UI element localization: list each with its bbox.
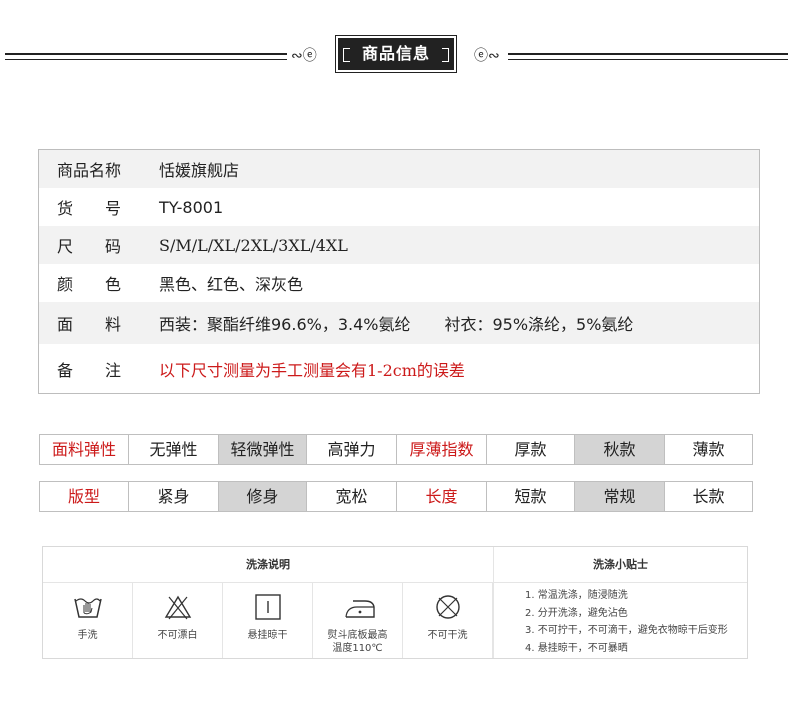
ornament-left-icon: ∾ⓔ <box>291 48 317 64</box>
option-regular: 常规 <box>575 482 665 511</box>
info-label: 备 注 <box>57 360 122 380</box>
wash-item-iron: 熨斗底板最高 温度110℃ <box>313 583 403 658</box>
info-value: S/M/L/XL/2XL/3XL/4XL <box>159 235 348 255</box>
option-autumn: 秋款 <box>575 435 665 464</box>
info-row-name: 商品名称 恬媛旗舰店 <box>39 150 759 188</box>
info-value: 黑色、红色、深灰色 <box>159 275 304 294</box>
option-no-stretch: 无弹性 <box>129 435 219 464</box>
no-bleach-icon <box>164 595 192 620</box>
option-loose: 宽松 <box>307 482 397 511</box>
wash-caption: 手洗 <box>77 630 98 641</box>
ornament-right-icon: ⓔ∾ <box>474 48 500 64</box>
product-info-table: 商品名称 恬媛旗舰店 货 号 TY-8001 尺 码 S/M/L/XL/2XL/… <box>38 149 760 394</box>
wash-item-no-dry-clean: 不可干洗 <box>403 583 493 658</box>
wash-item-no-bleach: 不可漂白 <box>133 583 223 658</box>
header-rule-right <box>508 53 788 60</box>
option-high-stretch: 高弹力 <box>307 435 397 464</box>
info-label: 颜 色 <box>57 275 122 294</box>
label-thickness: 厚薄指数 <box>397 435 487 464</box>
wash-item-hang-dry: 悬挂晾干 <box>223 583 313 658</box>
wash-caption: 不可干洗 <box>427 630 468 641</box>
elasticity-thickness-row: 面料弹性 无弹性 轻微弹性 高弹力 厚薄指数 厚款 秋款 薄款 <box>39 434 753 465</box>
label-length: 长度 <box>397 482 487 511</box>
tip-item: 1. 常温洗涤，随浸随洗 <box>525 590 628 601</box>
wash-caption: 悬挂晾干 <box>247 630 288 641</box>
info-label: 货 号 <box>57 199 122 218</box>
info-value-note: 以下尺寸测量为手工测量会有1-2cm的误差 <box>159 360 465 380</box>
fabric-suit: 西装：聚酯纤维96.6%，3.4%氨纶 <box>159 315 411 334</box>
no-dry-clean-icon <box>436 595 460 619</box>
info-row-sku: 货 号 TY-8001 <box>39 188 759 226</box>
option-slight-stretch: 轻微弹性 <box>219 435 307 464</box>
option-slim: 修身 <box>219 482 307 511</box>
info-label: 商品名称 <box>57 161 122 180</box>
wash-title: 洗涤说明 <box>43 547 493 583</box>
section-title: 商品信息 <box>335 35 457 73</box>
info-value: 恬媛旗舰店 <box>159 161 240 180</box>
hand-wash-icon <box>74 598 102 618</box>
info-row-note: 备 注 以下尺寸测量为手工测量会有1-2cm的误差 <box>39 344 759 393</box>
iron-icon <box>345 600 375 618</box>
info-row-color: 颜 色 黑色、红色、深灰色 <box>39 264 759 302</box>
label-fit: 版型 <box>40 482 129 511</box>
fit-length-row: 版型 紧身 修身 宽松 长度 短款 常规 长款 <box>39 481 753 512</box>
header-rule-left <box>5 53 287 60</box>
tip-item: 3. 不可拧干，不可滴干，避免衣物晾干后变形 <box>525 625 728 636</box>
option-tight: 紧身 <box>129 482 219 511</box>
fabric-shirt: 衬衣：95%涤纶，5%氨纶 <box>444 315 634 334</box>
washing-panel: 洗涤说明 洗涤小贴士 手洗 不可漂白 悬挂晾干 熨斗底板最高 温度110℃ 不可… <box>42 546 748 659</box>
label-elasticity: 面料弹性 <box>40 435 129 464</box>
info-row-size: 尺 码 S/M/L/XL/2XL/3XL/4XL <box>39 226 759 264</box>
info-value: 西装：聚酯纤维96.6%，3.4%氨纶 衬衣：95%涤纶，5%氨纶 <box>149 311 759 335</box>
divider <box>493 547 494 658</box>
info-label: 尺 码 <box>57 237 122 256</box>
info-row-fabric: 面 料 西装：聚酯纤维96.6%，3.4%氨纶 衬衣：95%涤纶，5%氨纶 <box>39 302 759 344</box>
option-thick: 厚款 <box>487 435 575 464</box>
tips-list: 1. 常温洗涤，随浸随洗 2. 分开洗涤，避免沾色 3. 不可拧干，不可滴干，避… <box>525 587 728 657</box>
info-value: TY-8001 <box>159 197 224 217</box>
wash-caption: 不可漂白 <box>157 630 198 641</box>
wash-caption: 熨斗底板最高 温度110℃ <box>327 630 388 654</box>
hang-dry-icon <box>255 594 281 620</box>
info-label: 面 料 <box>57 315 122 334</box>
option-thin: 薄款 <box>692 440 725 459</box>
tips-title: 洗涤小贴士 <box>494 547 747 583</box>
option-short: 短款 <box>487 482 575 511</box>
option-long: 长款 <box>692 487 725 506</box>
wash-item-hand: 手洗 <box>43 583 133 658</box>
tip-item: 2. 分开洗涤，避免沾色 <box>525 607 628 619</box>
tip-item: 4. 悬挂晾干，不可暴晒 <box>525 642 628 654</box>
